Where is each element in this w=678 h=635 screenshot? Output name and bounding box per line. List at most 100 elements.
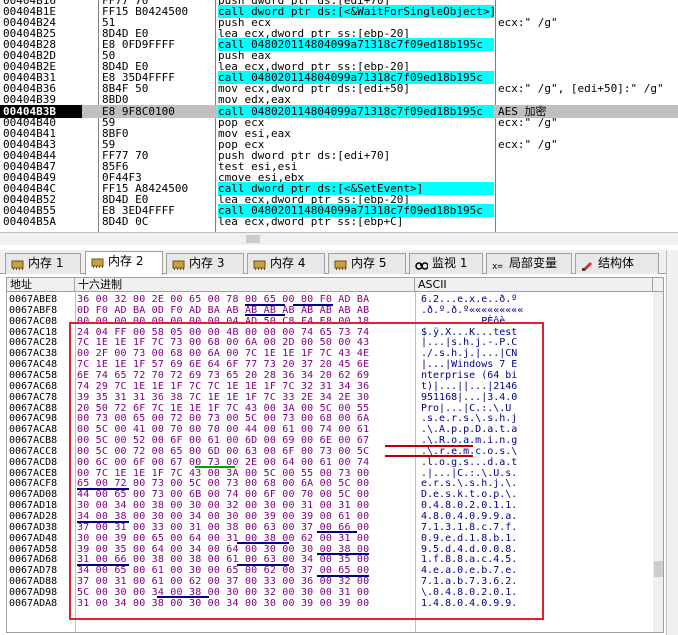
dump-address: 0067AC58 (9, 369, 58, 381)
tab-label: 监视 1 (432, 256, 468, 270)
dump-row[interactable]: 0067AC68 74 29 7C 1E 1E 1F 7C 7C 1E 1E 1F… (7, 381, 653, 392)
byte-range-marker (157, 596, 209, 599)
tab-label: 内存 3 (189, 256, 225, 270)
dump-address: 0067AC18 (9, 326, 58, 338)
dump-hex-bytes: 39 35 31 31 36 38 7C 1E 1E 1F 7C 33 2E 3… (77, 391, 370, 403)
tab-memory-3[interactable]: 内存 3 (166, 253, 244, 274)
memory-dump-pane[interactable]: 地址 十六进制 ASCII 0067ABE8 36 00 32 00 2E 00 … (6, 277, 664, 633)
side-panel-edge (666, 250, 678, 635)
instruction-address: 00404B5A (3, 215, 56, 228)
dump-row[interactable]: 0067AC88 20 50 72 6F 7C 1E 1E 1F 7C 43 00… (7, 403, 653, 414)
dump-row[interactable]: 0067AC78 39 35 31 31 36 38 7C 1E 1E 1F 7C… (7, 392, 653, 403)
dump-row[interactable]: 0067AC58 6E 74 65 72 70 72 69 73 65 20 28… (7, 370, 653, 381)
dump-row[interactable]: 0067AD88 37 00 31 00 61 00 62 00 37 00 33… (7, 576, 653, 587)
dump-row[interactable]: 0067ACC8 00 5C 00 72 00 65 00 6D 00 63 00… (7, 446, 653, 457)
byte-range-marker (317, 574, 369, 577)
dump-row[interactable]: 0067AC48 7C 1E 1E 1F 57 69 6E 64 6F 77 73… (7, 359, 653, 370)
dump-row[interactable]: 0067ACB8 00 5C 00 52 00 6F 00 61 00 6D 00… (7, 435, 653, 446)
dump-ascii: 7.1.a.b.7.3.6.2. (421, 576, 518, 588)
dump-row[interactable]: 0067ACE8 00 7C 1E 1E 1F 7C 43 00 3A 00 5C… (7, 468, 653, 479)
dump-ascii: nterprise (64 bi (421, 369, 518, 381)
tab-memory-1[interactable]: 内存 1 (5, 253, 81, 274)
byte-range-marker (77, 487, 129, 490)
dump-ascii: 1.4.8.0.4.0.9.9. (421, 597, 518, 609)
dump-hex-bytes: 44 00 65 00 73 00 6B 00 74 00 6F 00 70 0… (77, 489, 370, 501)
dump-ascii: |...|s.h.j.-.P.C (421, 337, 518, 349)
dump-hex-bytes: 00 73 00 65 00 72 00 73 00 5C 00 73 00 6… (77, 413, 370, 425)
column-header-ascii[interactable]: ASCII (415, 278, 653, 292)
dump-hex-bytes: 74 29 7C 1E 1E 1F 7C 7C 1E 1E 1F 7C 32 3… (77, 380, 370, 392)
dump-address: 0067ABE8 (9, 294, 58, 305)
dump-hex-bytes: 20 50 72 6F 7C 1E 1E 1F 7C 43 00 3A 00 5… (77, 402, 370, 414)
byte-range-marker (245, 314, 285, 317)
dump-ascii: 0.4.8.0.2.0.1.1. (421, 500, 518, 512)
tab-memory-2[interactable]: 内存 2 (85, 251, 163, 275)
dump-row[interactable]: 0067ACA8 00 5C 00 41 00 70 00 70 00 44 00… (7, 424, 653, 435)
dump-address: 0067AD08 (9, 489, 58, 501)
dump-ascii: .|...|C.:.\.U.s. (421, 467, 518, 479)
tab-memory-6[interactable]: 监视 1 (409, 253, 483, 274)
dump-ascii: .l.o.g.s...d.a.t (421, 456, 518, 468)
dump-address: 0067AD38 (9, 521, 58, 533)
svg-text:x=: x= (492, 262, 503, 271)
dump-hex-bytes: 00 2F 00 73 00 68 00 6A 00 7C 1E 1E 1F 7… (77, 348, 370, 360)
dump-address: 0067ACC8 (9, 445, 58, 457)
dump-ascii: e.r.s.\.s.h.j.\. (421, 478, 518, 490)
scrollbar-thumb[interactable] (654, 561, 663, 577)
tab-label: 内存 5 (351, 256, 387, 270)
disassembly-pane[interactable]: 00404B16 FF77 70 push dword ptr ds:[edi+70… (0, 0, 678, 232)
dump-row[interactable]: 0067AC28 7C 1E 1E 1F 7C 73 00 68 00 6A 00… (7, 337, 653, 348)
watch-icon (415, 258, 429, 270)
dump-row[interactable]: 0067AD48 30 00 39 00 65 00 64 00 31 00 38… (7, 533, 653, 544)
dump-row[interactable]: 0067AC38 00 2F 00 73 00 68 00 6A 00 7C 1E… (7, 348, 653, 359)
dump-address: 0067AC48 (9, 359, 58, 371)
tab-memory-7[interactable]: x= 局部变量 (486, 253, 572, 274)
dump-hex-bytes: 00 00 00 00 00 00 00 00 04 AD 50 C8 F4 E… (77, 315, 370, 327)
tab-label: 内存 4 (270, 256, 306, 270)
vertical-scrollbar[interactable] (653, 292, 663, 632)
dump-address: 0067AC98 (9, 413, 58, 425)
memory-tab-bar: 内存 1 内存 2 内存 3 内存 4 内存 5 监视 1 x= 局部变量 结构体 (0, 250, 678, 275)
dump-row[interactable]: 0067ADA8 31 00 34 00 38 00 30 00 34 00 30… (7, 598, 653, 609)
column-header-hex[interactable]: 十六进制 (75, 278, 415, 292)
horizontal-scrollbar[interactable] (0, 232, 678, 245)
dump-row[interactable]: 0067AC18 24 04 FF 00 58 05 00 00 4B 00 00… (7, 327, 653, 338)
dump-row[interactable]: 0067AC08 00 00 00 00 00 00 00 00 04 AD 50… (7, 316, 653, 327)
dump-ascii: $.ÿ.X...K...test (421, 326, 518, 338)
dump-row[interactable]: 0067ACD8 00 6C 00 6F 00 67 00 73 00 2E 00… (7, 457, 653, 468)
tab-memory-4[interactable]: 内存 4 (247, 253, 325, 274)
dump-hex-bytes: 30 00 34 00 38 00 30 00 32 00 30 00 31 0… (77, 500, 370, 512)
dump-hex-bytes: 31 00 34 00 38 00 30 00 34 00 30 00 39 0… (77, 597, 370, 609)
scrollbar-thumb[interactable] (246, 235, 260, 243)
dump-hex-bytes: 6E 74 65 72 70 72 69 73 65 20 28 36 34 2… (77, 369, 370, 381)
dump-address: 0067AD28 (9, 511, 58, 522)
memory-icon (11, 258, 24, 270)
dump-hex-bytes: 00 5C 00 52 00 6F 00 61 00 6D 00 69 00 6… (77, 435, 370, 447)
dump-hex-bytes: 00 5C 00 72 00 65 00 6D 00 63 00 6F 00 7… (77, 445, 370, 457)
dump-ascii: |...|Windows 7 E (421, 359, 518, 371)
tab-memory-5[interactable]: 内存 5 (328, 253, 406, 274)
byte-range-marker (195, 466, 235, 469)
dump-ascii: \.0.4.8.0.2.0.1. (421, 586, 518, 598)
dump-row[interactable]: 0067AC98 00 73 00 65 00 72 00 73 00 5C 00… (7, 413, 653, 424)
dump-address: 0067AC78 (9, 391, 58, 403)
dump-ascii: 951168|...|3.4.0 (421, 391, 518, 403)
dump-address: 0067AC08 (9, 315, 58, 327)
byte-range-marker (245, 303, 285, 306)
dump-row[interactable]: 0067AD18 30 00 34 00 38 00 30 00 32 00 30… (7, 500, 653, 511)
column-header-address[interactable]: 地址 (7, 278, 75, 292)
dump-row[interactable]: 0067AD98 5C 00 30 00 34 00 38 00 30 00 32… (7, 587, 653, 598)
dump-ascii: 1.f.8.8.a.c.4.5. (421, 554, 518, 566)
tab-label: 局部变量 (509, 256, 558, 270)
dump-ascii: t)|...||...|2146 (421, 380, 518, 392)
dump-hex-bytes: 37 00 31 00 61 00 62 00 37 00 33 00 36 0… (77, 576, 370, 588)
memory-icon (172, 258, 185, 270)
tab-label: 内存 1 (28, 256, 64, 270)
tab-memory-8[interactable]: 结构体 (575, 253, 659, 274)
disasm-row[interactable]: 00404B5A 8D4D 0C lea ecx,dword ptr ss:[ebp… (0, 215, 678, 228)
dump-row[interactable]: 0067AD08 44 00 65 00 73 00 6B 00 74 00 6F… (7, 489, 653, 500)
dump-ascii: 4.8.0.4.0.9.9.a. (421, 511, 518, 522)
dump-hex-bytes: 00 7C 1E 1E 1F 7C 43 00 3A 00 5C 00 55 0… (77, 467, 370, 479)
dump-row[interactable]: 0067ABF8 0D F0 AD BA 0D F0 AD BA AB AB AB… (7, 305, 653, 316)
dump-ascii: 6.2...e.x.e..ð.º (421, 294, 518, 305)
